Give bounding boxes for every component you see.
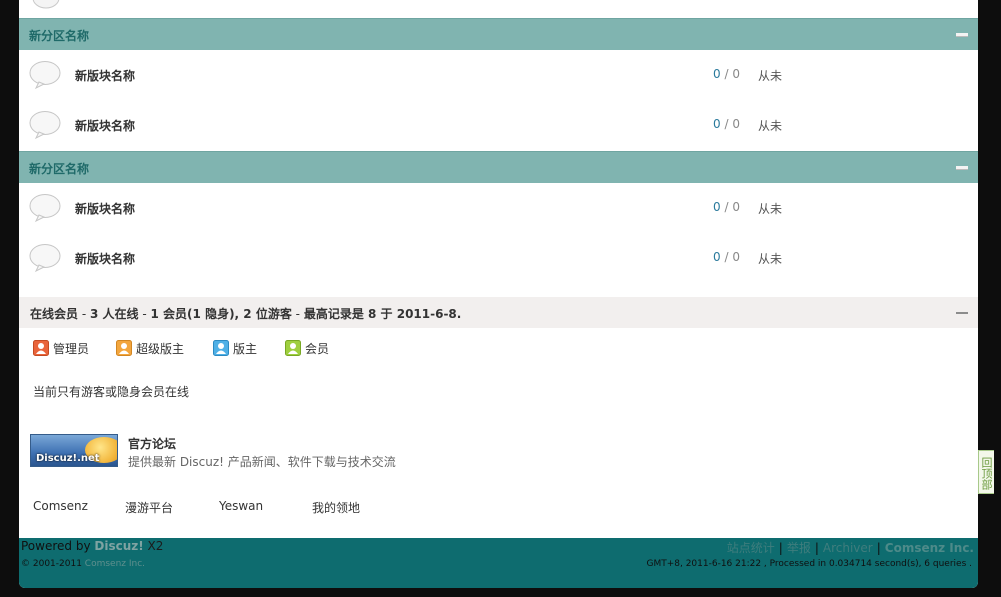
- collapse-icon[interactable]: [956, 312, 968, 314]
- footer-links: 站点统计 | 举报 | Archiver | Comsenz Inc.: [727, 539, 974, 556]
- friend-link-discuz[interactable]: Discuz!.net 官方论坛 提供最新 Discuz! 产品新闻、软件下载与…: [30, 434, 530, 469]
- forum-counts: 0 / 0: [713, 67, 740, 81]
- forum-counts: 0 / 0: [713, 250, 740, 264]
- online-count-text: 人在线: [98, 307, 139, 321]
- forum-counts: 0 / 0: [713, 200, 740, 214]
- friend-link-title[interactable]: 官方论坛: [128, 435, 176, 452]
- powered-by: Powered by Discuz! X2: [21, 539, 163, 553]
- discuz-brand-link[interactable]: Discuz!: [94, 539, 143, 553]
- copyright: © 2001-2011 Comsenz Inc.: [21, 559, 145, 569]
- forum-name-link[interactable]: 新版块名称: [75, 67, 135, 84]
- footer-link-report[interactable]: 举报: [787, 541, 811, 555]
- discuz-logo[interactable]: Discuz!.net: [30, 434, 118, 467]
- friend-link-yeswan[interactable]: Yeswan: [219, 499, 263, 513]
- footer-link-stats[interactable]: 站点统计: [727, 541, 775, 555]
- logo-text: Discuz!.net: [36, 453, 100, 464]
- collapse-icon[interactable]: [956, 166, 968, 170]
- footer-separator: |: [814, 541, 819, 555]
- category-title[interactable]: 新分区名称: [29, 160, 89, 177]
- online-label[interactable]: 在线会员: [30, 307, 78, 321]
- processing-info: GMT+8, 2011-6-16 21:22 , Processed in 0.…: [646, 559, 972, 569]
- forum-bubble-icon: [29, 194, 61, 223]
- category-header[interactable]: 新分区名称: [19, 18, 978, 50]
- category-title[interactable]: 新分区名称: [29, 27, 89, 44]
- friend-link-manyou[interactable]: 漫游平台: [125, 499, 173, 516]
- hidden-count-text: 隐身),: [200, 307, 244, 321]
- forum-page: 新分区名称 新版块名称 0 / 0 从未 新版块名称 0 / 0 从未 新分区名…: [19, 0, 978, 588]
- thread-count: 0: [713, 250, 721, 264]
- post-count: 0: [732, 117, 740, 131]
- hidden-count: 1: [192, 307, 201, 321]
- online-members-header[interactable]: 在线会员 - 3 人在线 - 1 会员(1 隐身), 2 位游客 - 最高记录是…: [19, 297, 978, 328]
- forum-row: 新版块名称 0 / 0 从未: [19, 50, 978, 100]
- last-post: 从未: [758, 119, 783, 133]
- count-separator: /: [724, 117, 729, 131]
- legend-label: 会员: [305, 342, 330, 356]
- collapse-icon[interactable]: [956, 33, 968, 37]
- last-post: 从未: [758, 202, 783, 216]
- guest-count: 2: [243, 307, 252, 321]
- footer-separator: |: [876, 541, 881, 555]
- online-sep: -: [138, 307, 151, 321]
- last-post: 从未: [758, 69, 783, 83]
- footer-link-comsenz[interactable]: Comsenz Inc.: [885, 541, 974, 555]
- forum-counts: 0 / 0: [713, 117, 740, 131]
- legend-label: 超级版主: [136, 342, 185, 356]
- online-sep: -: [291, 307, 304, 321]
- count-separator: /: [724, 67, 729, 81]
- forum-row: 新版块名称 0 / 0 从未: [19, 233, 978, 283]
- forum-bubble-icon: [32, 0, 60, 9]
- thread-count: 0: [713, 117, 721, 131]
- footer-link-archiver[interactable]: Archiver: [823, 541, 873, 555]
- online-sep: -: [78, 307, 90, 321]
- friend-link-comsenz[interactable]: Comsenz: [33, 499, 88, 513]
- record-period: .: [456, 307, 462, 321]
- powered-text: Powered by: [21, 539, 95, 553]
- category-header[interactable]: 新分区名称: [19, 151, 978, 183]
- post-count: 0: [732, 200, 740, 214]
- footer: Powered by Discuz! X2 © 2001-2011 Comsen…: [19, 538, 978, 588]
- thread-count: 0: [713, 67, 721, 81]
- forum-name-link[interactable]: 新版块名称: [75, 250, 135, 267]
- copyright-text: © 2001-2011: [21, 559, 85, 569]
- forum-row: 新版块名称 0 / 0 从未: [19, 100, 978, 150]
- legend-label: 版主: [233, 342, 258, 356]
- last-post: 从未: [758, 252, 783, 266]
- legend-label: 管理员: [53, 342, 90, 356]
- post-count: 0: [732, 67, 740, 81]
- version-text: X2: [143, 539, 164, 553]
- member-count: 1: [150, 307, 159, 321]
- record-text: 最高记录是: [303, 307, 368, 321]
- company-link[interactable]: Comsenz Inc.: [85, 559, 145, 569]
- member-count-text: 会员(: [158, 307, 193, 321]
- friend-link-description: 提供最新 Discuz! 产品新闻、软件下载与技术交流: [128, 455, 396, 469]
- online-summary: 在线会员 - 3 人在线 - 1 会员(1 隐身), 2 位游客 - 最高记录是…: [30, 305, 461, 322]
- forum-bubble-icon: [29, 111, 61, 140]
- back-to-top-button[interactable]: 回顶部: [978, 450, 994, 494]
- member-user-icon: [285, 340, 301, 356]
- forum-name-link[interactable]: 新版块名称: [75, 117, 135, 134]
- count-separator: /: [724, 200, 729, 214]
- friend-link-wodelingdi[interactable]: 我的领地: [312, 499, 360, 516]
- count-separator: /: [724, 250, 729, 264]
- forum-row: 新版块名称 0 / 0 从未: [19, 183, 978, 233]
- guest-count-text: 位游客: [251, 307, 292, 321]
- post-count: 0: [732, 250, 740, 264]
- forum-bubble-icon: [29, 244, 61, 273]
- thread-count: 0: [713, 200, 721, 214]
- online-message: 当前只有游客或隐身会员在线: [33, 385, 190, 399]
- super-moderator-user-icon: [116, 340, 132, 356]
- record-yu: 于: [376, 307, 397, 321]
- admin-user-icon: [33, 340, 49, 356]
- moderator-user-icon: [213, 340, 229, 356]
- clipped-forum-row: [19, 0, 978, 18]
- footer-separator: |: [778, 541, 783, 555]
- record-date: 2011-6-8: [396, 307, 457, 321]
- forum-bubble-icon: [29, 61, 61, 90]
- forum-name-link[interactable]: 新版块名称: [75, 200, 135, 217]
